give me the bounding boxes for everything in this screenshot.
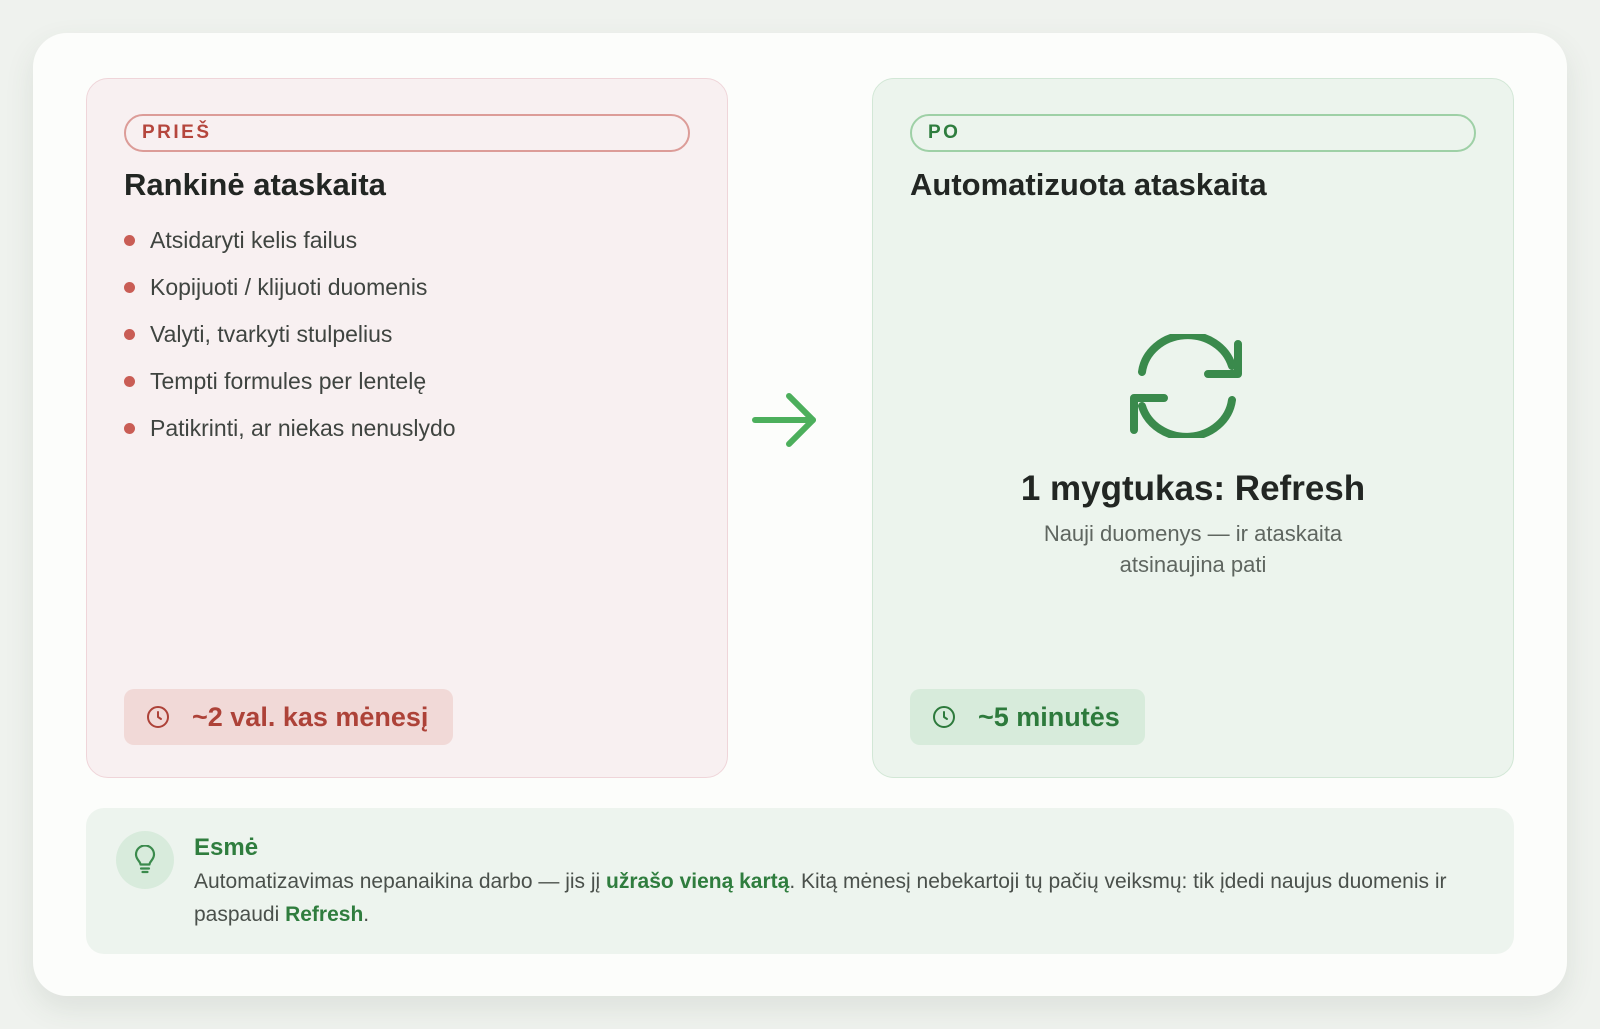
- bullet-icon: [124, 329, 135, 340]
- refresh-icon: [1130, 334, 1242, 438]
- bullet-icon: [124, 376, 135, 387]
- note-highlight: Refresh: [285, 903, 364, 926]
- note-text-segment: Automatizavimas nepanaikina darbo — jis …: [194, 870, 607, 893]
- bullet-icon: [124, 235, 135, 246]
- manual-steps-list: Atsidaryti kelis failus Kopijuoti / klij…: [124, 223, 456, 458]
- step-label: Patikrinti, ar niekas nenuslydo: [150, 415, 456, 441]
- clock-icon: [933, 706, 955, 728]
- refresh-headline: 1 mygtukas: Refresh: [1020, 469, 1366, 508]
- step-label: Tempti formules per lentelę: [150, 368, 427, 394]
- subtitle-line: atsinaujina pati: [1119, 552, 1267, 577]
- lightbulb-icon: [116, 831, 174, 889]
- step-label: Kopijuoti / klijuoti duomenis: [150, 274, 428, 300]
- list-item: Atsidaryti kelis failus: [124, 223, 456, 270]
- before-title: Rankinė ataskaita: [124, 167, 386, 202]
- subtitle-line: Nauji duomenys — ir ataskaita: [1043, 521, 1343, 546]
- after-time-badge: ~5 minutės: [910, 689, 1145, 745]
- list-item: Valyti, tvarkyti stulpelius: [124, 317, 456, 364]
- after-title: Automatizuota ataskaita: [910, 167, 1267, 202]
- after-time: ~5 minutės: [978, 701, 1120, 732]
- arrow-right-icon: [752, 393, 816, 447]
- bullet-icon: [124, 423, 135, 434]
- list-item: Patikrinti, ar niekas nenuslydo: [124, 411, 456, 458]
- after-card: PO Automatizuota ataskaita 1 mygtukas: R…: [872, 78, 1514, 778]
- key-takeaway-note: Esmė Automatizavimas nepanaikina darbo —…: [86, 808, 1514, 954]
- note-highlight: užrašo vieną kartą: [606, 870, 790, 893]
- after-tag: PO: [910, 114, 1476, 152]
- note-title: Esmė: [194, 834, 259, 861]
- bullet-icon: [124, 282, 135, 293]
- list-item: Kopijuoti / klijuoti duomenis: [124, 270, 456, 317]
- clock-icon: [147, 706, 169, 728]
- comparison-panel: PRIEŠ Rankinė ataskaita Atsidaryti kelis…: [33, 33, 1567, 996]
- note-text-segment: .: [363, 903, 370, 926]
- note-text: Automatizavimas nepanaikina darbo — jis …: [194, 865, 1484, 931]
- before-card: PRIEŠ Rankinė ataskaita Atsidaryti kelis…: [86, 78, 728, 778]
- step-label: Atsidaryti kelis failus: [150, 227, 358, 253]
- before-time-badge: ~2 val. kas mėnesį: [124, 689, 454, 745]
- list-item: Tempti formules per lentelę: [124, 364, 456, 411]
- step-label: Valyti, tvarkyti stulpelius: [150, 321, 393, 347]
- before-time: ~2 val. kas mėnesį: [192, 701, 429, 732]
- before-tag: PRIEŠ: [124, 114, 690, 152]
- refresh-subtitle: Nauji duomenys — ir ataskaita atsinaujin…: [873, 518, 1513, 580]
